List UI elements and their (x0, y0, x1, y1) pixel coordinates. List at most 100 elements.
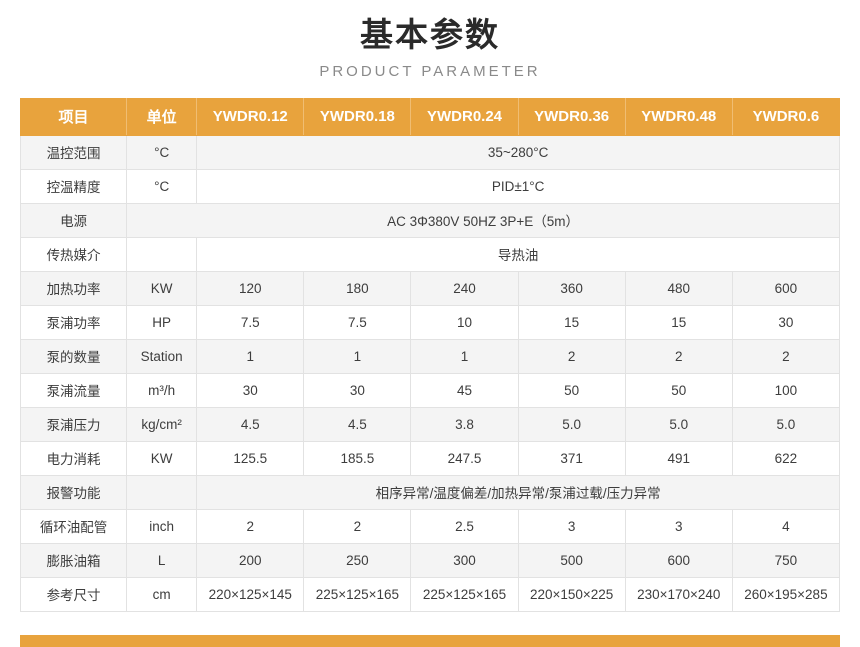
row-value: 1 (196, 338, 305, 374)
row-value: 4 (731, 508, 841, 544)
row-value: 3 (624, 508, 733, 544)
row-value: 250 (303, 542, 412, 578)
row-value: 225×125×165 (303, 576, 412, 612)
row-value: 750 (731, 542, 841, 578)
row-value: 240 (410, 270, 519, 306)
row-unit: inch (126, 508, 198, 544)
row-value: 622 (731, 440, 841, 476)
row-value: 480 (624, 270, 733, 306)
row-unit: cm (126, 576, 198, 612)
table-row: 传热媒介 导热油 (19, 236, 840, 272)
row-value: 5.0 (731, 406, 841, 442)
row-value: 2 (196, 508, 305, 544)
table-row: 电力消耗 KW 125.5 185.5 247.5 371 491 622 (19, 440, 841, 476)
column-header-model-6: YWDR0.6 (731, 97, 841, 136)
row-value: 500 (517, 542, 626, 578)
row-value: 125.5 (196, 440, 305, 476)
column-header-model-4: YWDR0.36 (517, 97, 626, 136)
column-header-model-3: YWDR0.24 (410, 97, 519, 136)
row-label: 膨胀油箱 (19, 542, 128, 578)
row-value: 247.5 (410, 440, 519, 476)
row-value: 45 (410, 372, 519, 408)
row-merged-value: 35~280°C (196, 134, 840, 170)
table-header-row: 项目 单位 YWDR0.12 YWDR0.18 YWDR0.24 YWDR0.3… (19, 97, 841, 136)
row-value: 50 (624, 372, 733, 408)
product-parameter-page: 基本参数 PRODUCT PARAMETER 项目 单位 YWDR0.12 YW… (0, 0, 860, 647)
row-value: 180 (303, 270, 412, 306)
row-value: 600 (624, 542, 733, 578)
row-value: 1 (303, 338, 412, 374)
table-row: 电源 AC 3Φ380V 50HZ 3P+E（5m） (19, 202, 840, 238)
row-value: 2 (624, 338, 733, 374)
column-header-model-1: YWDR0.12 (196, 97, 305, 136)
row-value: 50 (517, 372, 626, 408)
row-value: 5.0 (624, 406, 733, 442)
row-value: 30 (196, 372, 305, 408)
table-row: 循环油配管 inch 2 2 2.5 3 3 4 (19, 508, 841, 544)
table-body: 温控范围 °C 35~280°C 控温精度 °C PID±1°C 电源 AC 3… (19, 134, 841, 612)
row-merged-value: AC 3Φ380V 50HZ 3P+E（5m） (126, 202, 840, 238)
row-unit: m³/h (126, 372, 198, 408)
row-value: 371 (517, 440, 626, 476)
table-row: 泵的数量 Station 1 1 1 2 2 2 (19, 338, 841, 374)
row-unit (126, 474, 198, 510)
table-row: 泵浦流量 m³/h 30 30 45 50 50 100 (19, 372, 841, 408)
bottom-accent-bar (20, 635, 840, 647)
row-value: 2 (731, 338, 841, 374)
parameter-table: 项目 单位 YWDR0.12 YWDR0.18 YWDR0.24 YWDR0.3… (19, 97, 841, 612)
row-value: 10 (410, 304, 519, 340)
page-title: 基本参数 (360, 16, 500, 53)
row-unit: L (126, 542, 198, 578)
row-unit (126, 236, 198, 272)
column-header-item: 项目 (19, 97, 128, 136)
column-header-model-2: YWDR0.18 (303, 97, 412, 136)
row-label: 传热媒介 (19, 236, 128, 272)
row-value: 30 (731, 304, 841, 340)
row-label: 控温精度 (19, 168, 128, 204)
row-label: 电源 (19, 202, 128, 238)
row-value: 30 (303, 372, 412, 408)
row-value: 5.0 (517, 406, 626, 442)
row-value: 7.5 (196, 304, 305, 340)
row-unit: °C (126, 168, 198, 204)
row-value: 200 (196, 542, 305, 578)
table-row: 加热功率 KW 120 180 240 360 480 600 (19, 270, 841, 306)
table-row: 泵浦压力 kg/cm² 4.5 4.5 3.8 5.0 5.0 5.0 (19, 406, 841, 442)
column-header-unit: 单位 (126, 97, 198, 136)
row-label: 泵浦流量 (19, 372, 128, 408)
page-subtitle: PRODUCT PARAMETER (319, 62, 541, 80)
row-value: 15 (517, 304, 626, 340)
row-merged-value: 相序异常/温度偏差/加热异常/泵浦过载/压力异常 (196, 474, 840, 510)
column-header-model-5: YWDR0.48 (624, 97, 733, 136)
row-unit: KW (126, 440, 198, 476)
row-label: 电力消耗 (19, 440, 128, 476)
row-value: 360 (517, 270, 626, 306)
table-row: 膨胀油箱 L 200 250 300 500 600 750 (19, 542, 841, 578)
row-unit: kg/cm² (126, 406, 198, 442)
row-value: 4.5 (303, 406, 412, 442)
row-unit: °C (126, 134, 198, 170)
row-value: 600 (731, 270, 841, 306)
row-value: 260×195×285 (731, 576, 841, 612)
row-merged-value: PID±1°C (196, 168, 840, 204)
row-unit: HP (126, 304, 198, 340)
row-label: 温控范围 (19, 134, 128, 170)
row-value: 1 (410, 338, 519, 374)
row-value: 3.8 (410, 406, 519, 442)
row-value: 491 (624, 440, 733, 476)
row-value: 300 (410, 542, 519, 578)
table-row: 参考尺寸 cm 220×125×145 225×125×165 225×125×… (19, 576, 841, 612)
table-row: 控温精度 °C PID±1°C (19, 168, 840, 204)
row-value: 2.5 (410, 508, 519, 544)
table-row: 泵浦功率 HP 7.5 7.5 10 15 15 30 (19, 304, 841, 340)
row-value: 15 (624, 304, 733, 340)
row-value: 3 (517, 508, 626, 544)
row-label: 泵浦压力 (19, 406, 128, 442)
row-value: 7.5 (303, 304, 412, 340)
title-block: 基本参数 PRODUCT PARAMETER (0, 0, 860, 80)
table-row: 温控范围 °C 35~280°C (19, 134, 840, 170)
row-value: 220×125×145 (196, 576, 305, 612)
row-value: 100 (731, 372, 841, 408)
table-row: 报警功能 相序异常/温度偏差/加热异常/泵浦过载/压力异常 (19, 474, 840, 510)
row-value: 220×150×225 (517, 576, 626, 612)
